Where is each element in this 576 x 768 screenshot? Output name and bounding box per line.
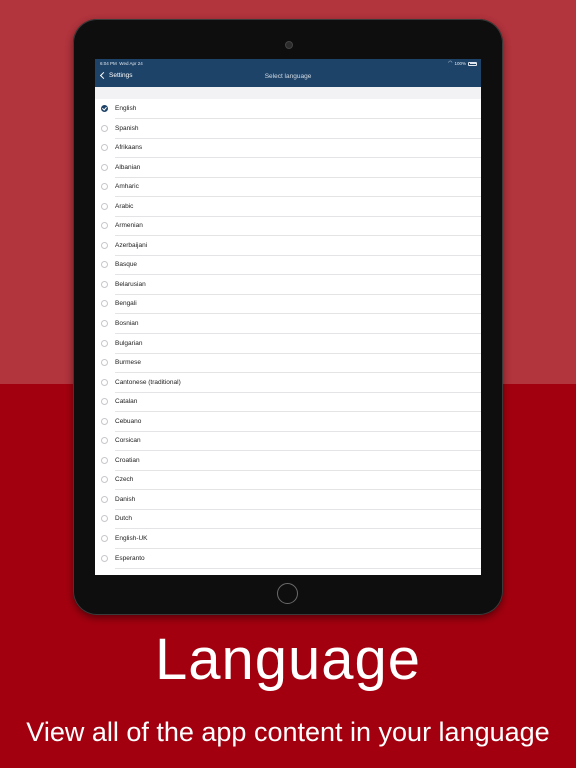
- language-row[interactable]: Albanian: [95, 158, 481, 178]
- radio-unchecked-icon[interactable]: [101, 183, 108, 191]
- language-row[interactable]: Dutch: [95, 509, 481, 529]
- promo-headline: Language: [154, 627, 422, 692]
- language-row[interactable]: Spanish: [95, 119, 481, 139]
- language-row[interactable]: Armenian: [95, 216, 481, 236]
- language-label: English: [115, 105, 137, 112]
- status-date-text: Wed Apr 24: [119, 61, 143, 66]
- radio-unchecked-icon[interactable]: [101, 280, 108, 288]
- status-indicators: ◠ 100%: [448, 61, 477, 66]
- radio-unchecked-icon[interactable]: [101, 456, 108, 464]
- radio-unchecked-icon[interactable]: [101, 495, 108, 503]
- language-row[interactable]: Danish: [95, 490, 481, 510]
- radio-unchecked-icon[interactable]: [101, 300, 108, 308]
- radio-unchecked-icon[interactable]: [101, 476, 108, 484]
- navigation-bar: Settings Select language: [95, 69, 481, 87]
- language-label: Bulgarian: [115, 339, 143, 347]
- radio-unchecked-icon[interactable]: [101, 144, 108, 152]
- app-screen: 6:04 PM Wed Apr 24 ◠ 100% Settings Selec…: [95, 59, 481, 575]
- language-row[interactable]: Arabic: [95, 197, 481, 217]
- language-row[interactable]: Croatian: [95, 451, 481, 471]
- language-label: Belarusian: [115, 280, 146, 288]
- language-row[interactable]: Czech: [95, 470, 481, 490]
- language-row[interactable]: Bulgarian: [95, 334, 481, 354]
- wifi-icon: ◠: [448, 60, 453, 66]
- language-row[interactable]: Esperanto: [95, 549, 481, 569]
- language-label: Croatian: [115, 456, 140, 464]
- radio-unchecked-icon[interactable]: [101, 320, 108, 328]
- language-row[interactable]: Belarusian: [95, 275, 481, 295]
- radio-unchecked-icon[interactable]: [101, 202, 108, 210]
- radio-unchecked-icon[interactable]: [101, 241, 108, 249]
- radio-unchecked-icon[interactable]: [101, 163, 108, 171]
- battery-icon: [468, 61, 477, 66]
- language-label: Bosnian: [115, 320, 139, 328]
- language-row[interactable]: Cebuano: [95, 412, 481, 432]
- radio-unchecked-icon[interactable]: [101, 339, 108, 347]
- radio-unchecked-icon[interactable]: [101, 398, 108, 406]
- status-bar: 6:04 PM Wed Apr 24 ◠ 100%: [95, 59, 481, 69]
- language-row[interactable]: Burmese: [95, 353, 481, 373]
- promo-subline: View all of the app content in your lang…: [26, 717, 550, 747]
- language-label: Cantonese (traditional): [115, 378, 181, 386]
- language-list: English Spanish Afrikaans Albanian Amharic Ar…: [95, 99, 481, 568]
- radio-unchecked-icon[interactable]: [101, 515, 108, 523]
- language-row[interactable]: Bosnian: [95, 314, 481, 334]
- language-label: Albanian: [115, 163, 141, 171]
- language-row[interactable]: English: [95, 99, 481, 119]
- language-label: Esperanto: [115, 554, 145, 562]
- language-row[interactable]: Amharic: [95, 177, 481, 197]
- language-row[interactable]: Azerbaijani: [95, 236, 481, 256]
- language-row[interactable]: Afrikaans: [95, 138, 481, 158]
- language-row[interactable]: Bengali: [95, 294, 481, 314]
- language-label: Bengali: [115, 300, 137, 308]
- language-label: Basque: [115, 261, 138, 269]
- language-label: Burmese: [115, 359, 142, 367]
- language-row[interactable]: English-UK: [95, 529, 481, 549]
- language-label: Corsican: [115, 437, 141, 445]
- language-label: Catalan: [115, 398, 138, 406]
- radio-unchecked-icon[interactable]: [101, 437, 108, 445]
- language-label: Danish: [115, 495, 136, 503]
- radio-unchecked-icon[interactable]: [101, 222, 108, 230]
- status-time: 6:04 PM Wed Apr 24: [100, 61, 143, 66]
- language-label: Azerbaijani: [115, 241, 148, 249]
- page-title: Select language: [264, 73, 312, 80]
- radio-unchecked-icon[interactable]: [101, 554, 108, 562]
- radio-checked-icon[interactable]: [101, 105, 108, 112]
- language-label: Afrikaans: [115, 144, 143, 152]
- language-label: Cebuano: [115, 417, 142, 425]
- radio-unchecked-icon[interactable]: [101, 359, 108, 367]
- language-row[interactable]: Catalan: [95, 392, 481, 412]
- camera-icon: [285, 41, 293, 49]
- battery-percent: 100%: [454, 61, 466, 66]
- language-label: English-UK: [115, 535, 148, 543]
- language-row[interactable]: Cantonese (traditional): [95, 373, 481, 393]
- language-label: Armenian: [115, 222, 143, 230]
- radio-unchecked-icon[interactable]: [101, 417, 108, 425]
- language-label: Dutch: [115, 515, 132, 523]
- radio-unchecked-icon[interactable]: [101, 535, 108, 543]
- radio-unchecked-icon[interactable]: [101, 261, 108, 269]
- language-label: Czech: [115, 476, 134, 484]
- language-row[interactable]: Basque: [95, 255, 481, 275]
- language-row[interactable]: Corsican: [95, 431, 481, 451]
- home-button[interactable]: [277, 583, 298, 604]
- radio-unchecked-icon[interactable]: [101, 378, 108, 386]
- radio-unchecked-icon[interactable]: [101, 124, 108, 132]
- language-label: Amharic: [115, 183, 139, 191]
- list-header-gap: [95, 87, 481, 99]
- status-time-text: 6:04 PM: [100, 61, 117, 66]
- language-label: Spanish: [115, 124, 139, 132]
- language-label: Arabic: [115, 202, 134, 210]
